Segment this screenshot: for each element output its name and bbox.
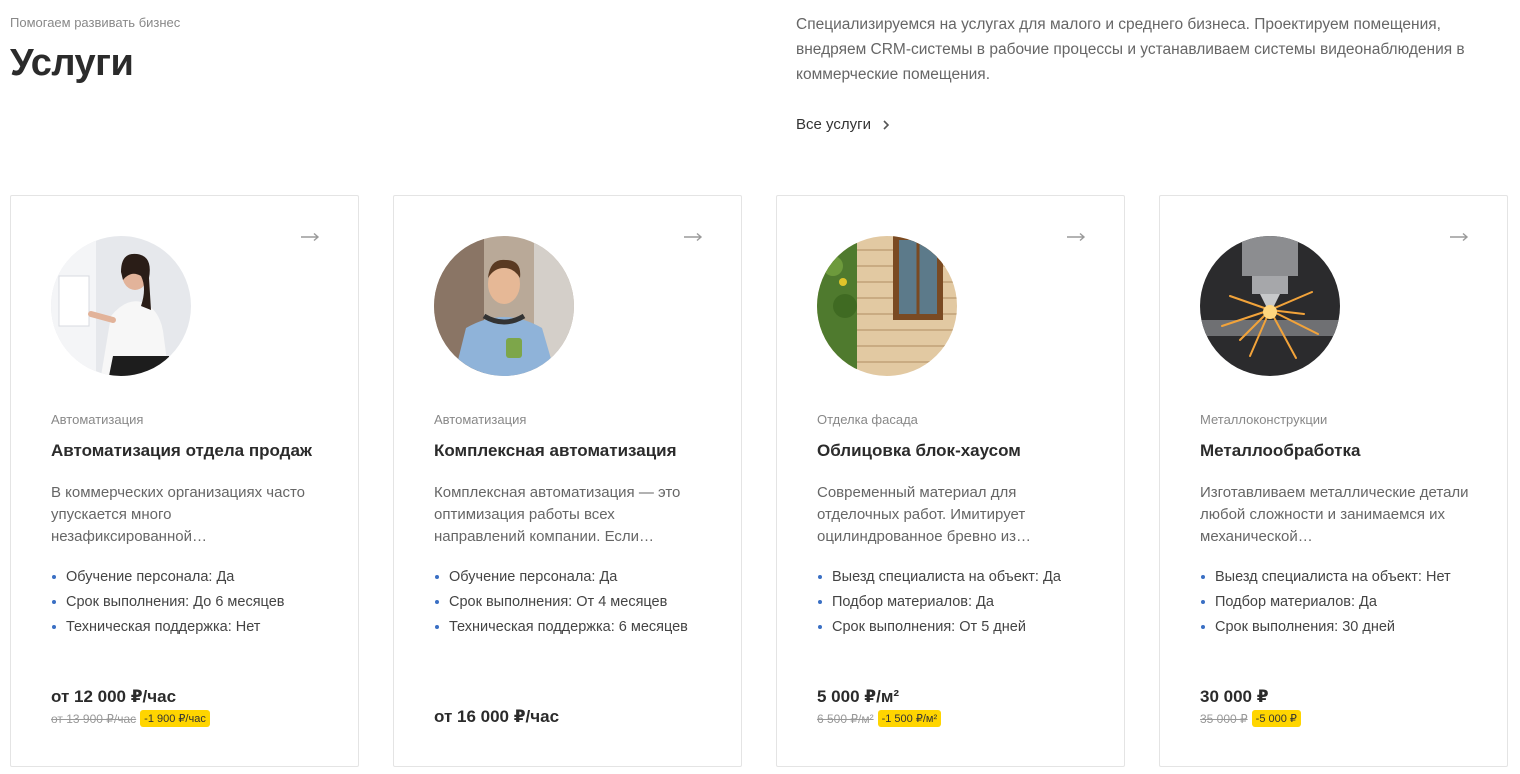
property-item: Техническая поддержка: 6 месяцев — [434, 617, 704, 637]
property-item: Выезд специалиста на объект: Нет — [1200, 567, 1470, 587]
service-image-metal-cutting[interactable] — [1200, 236, 1340, 376]
card-description: Изготавливаем металлические детали любой… — [1200, 484, 1469, 545]
arrow-right-icon[interactable] — [1066, 232, 1086, 242]
property-item: Подбор материалов: Да — [817, 592, 1087, 612]
all-services-link[interactable]: Все услуги — [796, 116, 891, 133]
card-properties: Выезд специалиста на объект: Да Подбор м… — [817, 567, 1087, 642]
card-description: Комплексная автоматизация — это оптимиза… — [434, 484, 681, 545]
arrow-right-icon[interactable] — [300, 232, 320, 242]
card-category: Автоматизация — [51, 412, 144, 427]
property-item: Срок выполнения: От 4 месяцев — [434, 592, 704, 612]
card-price: от 12 000 ₽/час — [51, 687, 177, 706]
card-price: от 16 000 ₽/час — [434, 707, 560, 726]
property-item: Срок выполнения: До 6 месяцев — [51, 592, 321, 612]
service-image-wooden-facade[interactable] — [817, 236, 957, 376]
property-item: Обучение персонала: Да — [51, 567, 321, 587]
arrow-right-icon[interactable] — [1449, 232, 1469, 242]
arrow-right-icon[interactable] — [683, 232, 703, 242]
old-price: 35 000 ₽ — [1200, 711, 1248, 726]
old-price-row: 6 500 ₽/м² -1 500 ₽/м² — [817, 710, 942, 727]
card-category: Металлоконструкции — [1200, 412, 1328, 427]
card-title[interactable]: Комплексная автоматизация — [434, 441, 724, 461]
page-eyebrow: Помогаем развивать бизнес — [10, 15, 181, 30]
property-item: Подбор материалов: Да — [1200, 592, 1470, 612]
old-price: от 13 900 ₽/час — [51, 711, 137, 726]
card-properties: Обучение персонала: Да Срок выполнения: … — [51, 567, 321, 642]
card-price: 5 000 ₽/м² — [817, 687, 900, 706]
service-card-sales-automation[interactable]: Автоматизация Автоматизация отдела прода… — [10, 195, 359, 767]
discount-badge: -1 500 ₽/м² — [877, 710, 942, 727]
service-image-man-with-coffee[interactable] — [434, 236, 574, 376]
property-item: Техническая поддержка: Нет — [51, 617, 321, 637]
property-item: Выезд специалиста на объект: Да — [817, 567, 1087, 587]
card-category: Автоматизация — [434, 412, 527, 427]
service-card-complex-automation[interactable]: Автоматизация Комплексная автоматизация … — [393, 195, 742, 767]
card-properties: Выезд специалиста на объект: Нет Подбор … — [1200, 567, 1470, 642]
old-price-row: 35 000 ₽ -5 000 ₽ — [1200, 710, 1301, 727]
card-properties: Обучение персонала: Да Срок выполнения: … — [434, 567, 704, 642]
card-title[interactable]: Металлообработка — [1200, 441, 1490, 461]
card-price: 30 000 ₽ — [1200, 687, 1269, 706]
chevron-right-icon — [883, 119, 890, 130]
property-item: Срок выполнения: От 5 дней — [817, 617, 1087, 637]
card-description: В коммерческих организациях часто упуска… — [51, 484, 306, 545]
all-services-label: Все услуги — [796, 116, 871, 133]
discount-badge: -5 000 ₽ — [1251, 710, 1301, 727]
service-card-metalworking[interactable]: Металлоконструкции Металлообработка Изго… — [1159, 195, 1508, 767]
card-category: Отделка фасада — [817, 412, 918, 427]
property-item: Обучение персонала: Да — [434, 567, 704, 587]
page-title: Услуги — [10, 42, 134, 84]
section-intro: Специализируемся на услугах для малого и… — [796, 16, 1465, 83]
card-title[interactable]: Автоматизация отдела продаж — [51, 441, 341, 461]
service-image-woman-presenting[interactable] — [51, 236, 191, 376]
card-title[interactable]: Облицовка блок-хаусом — [817, 441, 1107, 461]
old-price: 6 500 ₽/м² — [817, 711, 874, 726]
discount-badge: -1 900 ₽/час — [140, 710, 210, 727]
property-item: Срок выполнения: 30 дней — [1200, 617, 1470, 637]
card-description: Современный материал для отделочных рабо… — [817, 484, 1032, 545]
old-price-row: от 13 900 ₽/час -1 900 ₽/час — [51, 710, 210, 727]
service-card-blockhouse-cladding[interactable]: Отделка фасада Облицовка блок-хаусом Сов… — [776, 195, 1125, 767]
